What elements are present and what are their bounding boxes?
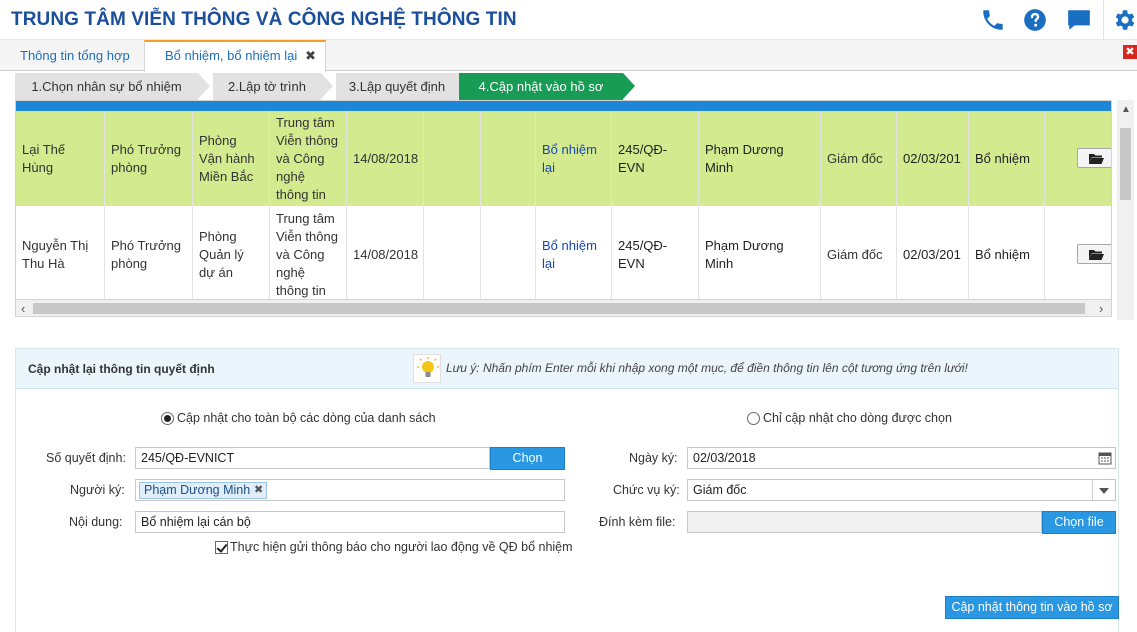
horizontal-scrollbar[interactable]: ‹ ›: [15, 300, 1112, 317]
cell-content: Bổ nhiệm: [969, 207, 1045, 299]
update-panel: Cập nhật lại thông tin quyết định Lưu ý:…: [15, 348, 1119, 632]
cell-position: Phó Trưởng phòng: [105, 207, 193, 299]
signer-tag-label: Phạm Dương Minh: [144, 483, 251, 497]
step-label: 3.Lập quyết định: [336, 73, 458, 100]
remove-tag-icon[interactable]: ✖: [254, 483, 263, 498]
scroll-left-icon[interactable]: ‹: [21, 301, 25, 316]
radio-update-all[interactable]: [161, 412, 174, 425]
radio-update-selected-label: Chỉ cập nhật cho dòng được chọn: [763, 411, 952, 425]
step-label: 1.Chọn nhân sự bổ nhiệm: [15, 73, 198, 100]
tab-label: Thông tin tổng hợp: [20, 48, 130, 63]
cell-action: [1045, 207, 1111, 299]
sign-date-value: 02/03/2018: [693, 451, 756, 465]
notify-checkbox[interactable]: [215, 541, 228, 554]
signer-input[interactable]: Phạm Dương Minh ✖: [135, 479, 565, 501]
step-arrow: [623, 73, 635, 99]
cell-name: Nguyễn Thị Thu Hà: [16, 207, 105, 299]
cell-empty: [481, 207, 536, 299]
cell-decision-no: 245/QĐ-EVN: [612, 111, 699, 206]
content-input[interactable]: Bổ nhiệm lại cán bộ: [135, 511, 565, 533]
panel-title: Cập nhật lại thông tin quyết định: [28, 362, 215, 376]
cell-signer-title: Giám đốc: [821, 207, 897, 299]
signer-title-value: Giám đốc: [693, 483, 747, 497]
table-row[interactable]: Lại Thế Hùng Phó Trưởng phòng Phòng Vận …: [16, 111, 1111, 206]
sign-date-label: Ngày ký:: [629, 451, 678, 465]
attachment-label: Đính kèm file:: [599, 515, 676, 529]
cell-position: Phó Trưởng phòng: [105, 111, 193, 206]
cell-type-link[interactable]: Bổ nhiệm lại: [536, 111, 612, 206]
cell-department: Phòng Vận hành Miền Bắc: [193, 111, 270, 206]
cell-signer: Phạm Dương Minh: [699, 207, 821, 299]
choose-decision-button[interactable]: Chọn: [490, 447, 565, 470]
choose-file-button[interactable]: Chọn file: [1042, 511, 1116, 534]
cell-name: Lại Thế Hùng: [16, 111, 105, 206]
folder-icon: [1089, 250, 1104, 260]
tab-appointment[interactable]: Bổ nhiệm, bổ nhiệm lại ✖: [144, 40, 326, 72]
chat-icon[interactable]: [1066, 7, 1092, 33]
attachment-input[interactable]: [687, 511, 1042, 533]
cell-date: 14/08/2018: [347, 111, 424, 206]
scroll-right-icon[interactable]: ›: [1099, 301, 1103, 316]
cell-unit: Trung tâm Viễn thông và Công nghệ thông …: [270, 207, 347, 299]
vertical-scrollbar[interactable]: ▲: [1117, 100, 1134, 320]
open-folder-button[interactable]: [1077, 148, 1111, 168]
grid-header-strip: [16, 101, 1111, 111]
tab-bar: Thông tin tổng hợp Bổ nhiệm, bổ nhiệm lạ…: [0, 40, 1137, 72]
signer-title-label: Chức vụ ký:: [613, 483, 680, 497]
data-grid: Lại Thế Hùng Phó Trưởng phòng Phòng Vận …: [15, 100, 1112, 300]
cell-department: Phòng Quản lý dự án: [193, 207, 270, 299]
cell-empty: [424, 111, 481, 206]
cell-empty: [424, 207, 481, 299]
step-arrow: [321, 73, 333, 99]
scroll-up-icon[interactable]: ▲: [1121, 104, 1131, 115]
update-records-button[interactable]: Cập nhật thông tin vào hồ sơ: [945, 596, 1119, 619]
cell-date: 14/08/2018: [347, 207, 424, 299]
radio-update-selected[interactable]: [747, 412, 760, 425]
phone-icon[interactable]: [980, 7, 1006, 33]
close-tab-icon[interactable]: ✖: [305, 42, 316, 70]
table-row[interactable]: Nguyễn Thị Thu Hà Phó Trưởng phòng Phòng…: [16, 207, 1111, 299]
signer-title-select[interactable]: Giám đốc: [687, 479, 1116, 501]
cell-signer: Phạm Dương Minh: [699, 111, 821, 206]
divider: [1092, 480, 1093, 500]
panel-header: Cập nhật lại thông tin quyết định Lưu ý:…: [16, 349, 1118, 389]
step-arrow: [198, 73, 210, 99]
tab-label: Bổ nhiệm, bổ nhiệm lại: [165, 48, 298, 63]
gear-icon[interactable]: [1111, 7, 1137, 33]
scroll-thumb[interactable]: [33, 303, 1085, 314]
open-folder-button[interactable]: [1077, 244, 1111, 264]
tab-overview[interactable]: Thông tin tổng hợp: [0, 40, 144, 71]
step-label: 2.Lập tờ trình: [213, 73, 321, 100]
cell-decision-no: 245/QĐ-EVN: [612, 207, 699, 299]
calendar-icon: [1098, 452, 1112, 465]
step-wizard: 1.Chọn nhân sự bổ nhiệm 2.Lập tờ trình 3…: [15, 73, 1125, 100]
notify-label: Thực hiện gửi thông báo cho người lao độ…: [230, 540, 573, 554]
cell-signer-title: Giám đốc: [821, 111, 897, 206]
cell-sign-date: 02/03/201: [897, 207, 969, 299]
chevron-down-icon[interactable]: [1099, 488, 1109, 494]
app-title: TRUNG TÂM VIỄN THÔNG VÀ CÔNG NGHỆ THÔNG …: [11, 9, 517, 30]
cell-empty: [481, 111, 536, 206]
top-bar: TRUNG TÂM VIỄN THÔNG VÀ CÔNG NGHỆ THÔNG …: [0, 0, 1137, 40]
signer-tag: Phạm Dương Minh ✖: [139, 482, 268, 499]
step-label: 4.Cập nhật vào hồ sơ: [459, 73, 623, 100]
content-label: Nội dung:: [69, 515, 123, 529]
radio-update-all-label: Cập nhật cho toàn bộ các dòng của danh s…: [177, 411, 436, 425]
decision-number-label: Số quyết định:: [46, 451, 126, 465]
scroll-thumb[interactable]: [1120, 128, 1131, 200]
help-icon[interactable]: [1022, 7, 1048, 33]
note-text: Lưu ý: Nhấn phím Enter mỗi khi nhập xong…: [446, 361, 968, 375]
cell-action: [1045, 111, 1111, 206]
cell-type-link[interactable]: Bổ nhiệm lại: [536, 207, 612, 299]
divider: [1103, 0, 1104, 40]
cell-sign-date: 02/03/201: [897, 111, 969, 206]
signer-label: Người ký:: [70, 483, 125, 497]
lightbulb-icon: [413, 354, 441, 383]
sign-date-input[interactable]: 02/03/2018: [687, 447, 1116, 469]
decision-number-input[interactable]: 245/QĐ-EVNICT: [135, 447, 490, 469]
close-window-icon[interactable]: ✖: [1123, 45, 1137, 59]
folder-icon: [1089, 154, 1104, 164]
cell-unit: Trung tâm Viễn thông và Công nghệ thông …: [270, 111, 347, 206]
cell-content: Bổ nhiệm: [969, 111, 1045, 206]
